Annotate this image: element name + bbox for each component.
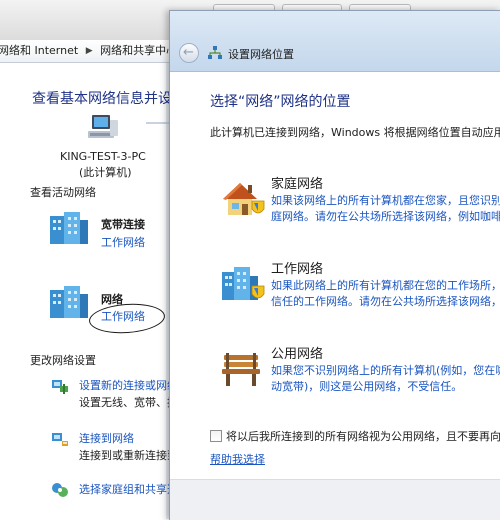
breadcrumb-separator-icon: ▶ bbox=[85, 46, 93, 56]
setup-connection-desc: 设置无线、宽带、拨 bbox=[79, 396, 178, 409]
option-title: 工作网络 bbox=[271, 262, 324, 277]
public-network-icon bbox=[222, 353, 260, 386]
option-home-network[interactable]: 家庭网络 如果该网络上的所有计算机都在您家，且您识别这 庭网络。请勿在公共场所选… bbox=[200, 173, 500, 243]
connection-line bbox=[146, 122, 171, 124]
connect-to-network-link[interactable]: 连接到网络 bbox=[79, 430, 134, 446]
option-work-network[interactable]: 工作网络 如果此网络上的所有计算机都在您的工作场所，且 信任的工作网络。请勿在公… bbox=[200, 258, 500, 328]
treat-all-public-label[interactable]: 将以后我所连接到的所有网络视为公用网络，且不要再向我 bbox=[226, 428, 500, 444]
homegroup-icon bbox=[52, 483, 68, 497]
network-building-icon bbox=[50, 212, 88, 244]
breadcrumb-item-network-sharing-center[interactable]: 网络和共享中心 bbox=[100, 44, 177, 57]
back-arrow-icon: ← bbox=[183, 45, 194, 60]
breadcrumb-item-network-internet[interactable]: 网络和 Internet bbox=[0, 44, 78, 57]
setup-connection-link[interactable]: 设置新的连接或网络 bbox=[79, 377, 178, 393]
option-public-network[interactable]: 公用网络 如果您不识别网络上的所有计算机(例如，您在咖啡 动宽带)，则这是公用网… bbox=[200, 343, 500, 413]
work-network-icon bbox=[222, 267, 265, 300]
connect-network-icon bbox=[52, 433, 68, 446]
dialog-intro-text: 此计算机已连接到网络，Windows 将根据网络位置自动应用正 bbox=[210, 126, 500, 139]
dialog-footer bbox=[170, 479, 500, 520]
network-name: 宽带连接 bbox=[101, 218, 145, 231]
computer-name: KING-TEST-3-PC bbox=[60, 150, 146, 163]
connect-to-network-desc: 连接到或重新连接到 bbox=[79, 449, 178, 462]
option-description: 如果该网络上的所有计算机都在您家，且您识别这 bbox=[271, 194, 500, 207]
option-description: 庭网络。请勿在公共场所选择该网络，例如咖啡厅 bbox=[271, 210, 500, 223]
dialog-title: 设置网络位置 bbox=[228, 48, 294, 61]
computer-subtitle: (此计算机) bbox=[79, 166, 132, 179]
network-type-link[interactable]: 工作网络 bbox=[101, 234, 145, 250]
change-settings-label: 更改网络设置 bbox=[30, 354, 96, 367]
back-button[interactable]: ← bbox=[179, 43, 199, 63]
option-description: 信任的工作网络。请勿在公共场所选择该网络，例 bbox=[271, 295, 500, 308]
active-networks-label: 查看活动网络 bbox=[30, 186, 96, 199]
page-title: 查看基本网络信息并设 bbox=[32, 91, 172, 107]
network-setup-icon bbox=[52, 380, 68, 394]
home-network-icon bbox=[223, 183, 265, 215]
option-description: 动宽带)，则这是公用网络，不受信任。 bbox=[271, 380, 463, 393]
option-description: 如果此网络上的所有计算机都在您的工作场所，且 bbox=[271, 279, 500, 292]
network-location-icon bbox=[208, 46, 222, 59]
set-network-location-dialog: ← 设置网络位置 选择“网络”网络的位置 此计算机已连接到网络，Windows … bbox=[169, 10, 500, 520]
network-building-icon bbox=[50, 286, 88, 318]
treat-all-public-checkbox[interactable] bbox=[210, 430, 222, 442]
dialog-heading: 选择“网络”网络的位置 bbox=[210, 94, 351, 110]
help-me-choose-link[interactable]: 帮助我选择 bbox=[210, 451, 265, 467]
breadcrumb[interactable]: 网络和 Internet ▶ 网络和共享中心 bbox=[0, 40, 180, 63]
option-description: 如果您不识别网络上的所有计算机(例如，您在咖啡 bbox=[271, 364, 500, 377]
option-title: 公用网络 bbox=[271, 347, 324, 362]
dialog-header: ← 设置网络位置 bbox=[170, 11, 500, 72]
homegroup-sharing-link[interactable]: 选择家庭组和共享选 bbox=[79, 481, 178, 497]
computer-icon bbox=[88, 115, 118, 138]
option-title: 家庭网络 bbox=[271, 177, 324, 192]
